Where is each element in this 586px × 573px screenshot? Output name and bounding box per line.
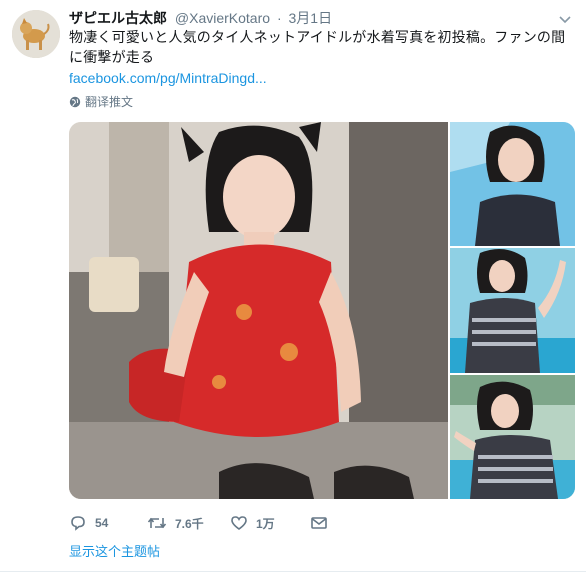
author-avatar[interactable] <box>12 10 60 58</box>
show-thread-link[interactable]: 显示这个主题帖 <box>69 544 160 562</box>
photo-3[interactable] <box>450 248 575 373</box>
reply-button[interactable]: 54 <box>69 512 147 534</box>
divider <box>0 571 586 572</box>
like-button[interactable]: 1万 <box>230 512 310 534</box>
tweet-text: 物凄く可愛いと人気のタイ人ネットアイドルが水着写真を初投稿。ファンの間に衝撃が走… <box>69 30 566 66</box>
retweet-count: 7.6千 <box>175 516 204 531</box>
direct-message-button[interactable] <box>310 512 328 534</box>
author-name[interactable]: ザピエル古太郎 <box>69 10 167 26</box>
author-handle[interactable]: @XavierKotaro <box>175 10 270 26</box>
envelope-icon <box>311 517 327 529</box>
tweet-date[interactable]: 3月1日 <box>289 10 333 26</box>
tweet-actions: 54 7.6千 1万 <box>69 512 328 534</box>
photo-4[interactable] <box>450 375 575 499</box>
heart-icon <box>231 516 247 530</box>
translate-button[interactable]: 翻译推文 <box>69 93 133 111</box>
reply-icon <box>71 516 85 531</box>
reply-count: 54 <box>95 516 109 530</box>
tweet-header: ザピエル古太郎 @XavierKotaro · 3月1日 <box>69 8 332 28</box>
globe-icon <box>69 96 81 108</box>
photo-2[interactable] <box>450 122 575 246</box>
translate-label: 翻译推文 <box>85 95 134 109</box>
retweet-button[interactable]: 7.6千 <box>147 512 230 534</box>
chevron-down-icon[interactable] <box>558 12 572 24</box>
photo-main[interactable] <box>69 122 448 499</box>
tweet-link[interactable]: facebook.com/pg/MintraDingd... <box>69 68 267 88</box>
retweet-icon <box>147 517 167 529</box>
like-count: 1万 <box>256 516 275 531</box>
media-grid <box>69 122 575 499</box>
header-separator: · <box>276 10 282 26</box>
